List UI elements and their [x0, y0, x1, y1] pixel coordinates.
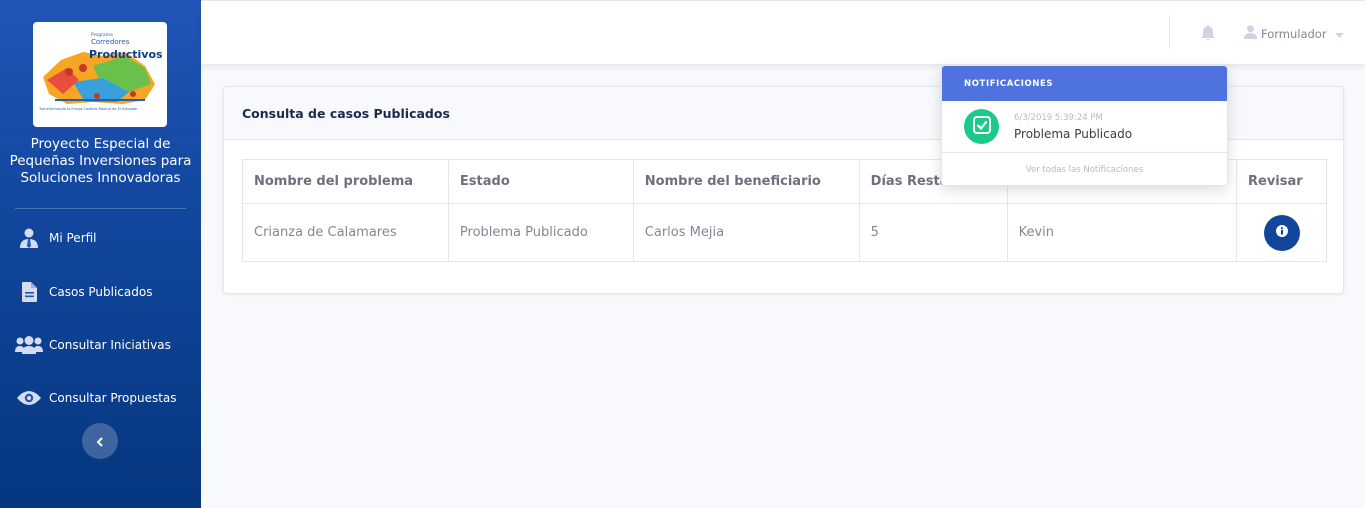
brand-logo[interactable]: Programa Corredores Productivos Transfor…: [33, 22, 167, 127]
column-header[interactable]: Estado: [447, 159, 634, 204]
file-icon: [14, 282, 44, 302]
notification-icon-circle: [964, 109, 999, 144]
table-cell-action: [1236, 203, 1327, 262]
table-cell: Kevin: [1006, 203, 1238, 262]
user-menu[interactable]: Formulador: [1244, 24, 1344, 43]
caret-down-icon: [1334, 24, 1344, 43]
notification-item[interactable]: 6/3/2019 5:39:24 PM Problema Publicado: [942, 101, 1227, 153]
users-icon: [14, 336, 44, 354]
table-cell: 5: [858, 203, 1008, 262]
info-icon: [1275, 224, 1288, 241]
notifications-dropdown: NOTIFICACIONES 6/3/2019 5:39:24 PM Probl…: [941, 65, 1228, 186]
table-cell: Carlos Mejia: [632, 203, 860, 262]
notification-message: Problema Publicado: [1014, 126, 1133, 141]
table-cell: Problema Publicado: [447, 203, 634, 262]
topbar-divider: [1169, 15, 1170, 49]
sidebar: Programa Corredores Productivos Transfor…: [0, 0, 201, 508]
card-title: Consulta de casos Publicados: [242, 105, 450, 121]
user-name: Formulador: [1261, 26, 1327, 41]
sidebar-item-consultar-iniciativas[interactable]: Consultar Iniciativas: [0, 330, 201, 360]
sidebar-item-label: Consultar Propuestas: [49, 391, 177, 405]
user-icon: [1244, 24, 1257, 43]
review-button[interactable]: [1263, 214, 1300, 251]
user-tie-icon: [14, 228, 44, 248]
sidebar-divider: [15, 208, 186, 209]
logo-tagline: Transformando la Franja Costero-Marina d…: [38, 107, 138, 111]
topbar: Formulador: [201, 0, 1365, 64]
column-header[interactable]: Revisar: [1236, 159, 1327, 204]
sidebar-toggle-button[interactable]: [82, 423, 118, 459]
sidebar-item-mi-perfil[interactable]: Mi Perfil: [0, 223, 201, 253]
view-all-notifications-link[interactable]: Ver todas las Notificaciones: [942, 153, 1227, 185]
sidebar-item-label: Casos Publicados: [49, 285, 153, 299]
logo-line3: Productivos: [89, 48, 163, 61]
sidebar-item-casos-publicados[interactable]: Casos Publicados: [0, 277, 201, 307]
notification-date: 6/3/2019 5:39:24 PM: [1014, 112, 1103, 123]
sidebar-item-label: Mi Perfil: [49, 231, 97, 245]
column-header[interactable]: Nombre del beneficiario: [632, 159, 860, 204]
sidebar-item-label: Consultar Iniciativas: [49, 338, 171, 352]
chevron-left-icon: [96, 432, 104, 451]
table-row: Crianza de Calamares Problema Publicado …: [242, 203, 1327, 262]
eye-icon: [14, 390, 44, 406]
notifications-header: NOTIFICACIONES: [942, 66, 1227, 101]
column-header[interactable]: Nombre del problema: [242, 159, 449, 204]
sidebar-item-consultar-propuestas[interactable]: Consultar Propuestas: [0, 383, 201, 413]
bell-icon[interactable]: [1201, 25, 1215, 45]
brand-title: Proyecto Especial de Pequeñas Inversione…: [9, 136, 192, 186]
table-cell: Crianza de Calamares: [242, 203, 449, 262]
check-square-icon: [972, 115, 991, 138]
logo-line2: Corredores: [91, 38, 130, 46]
